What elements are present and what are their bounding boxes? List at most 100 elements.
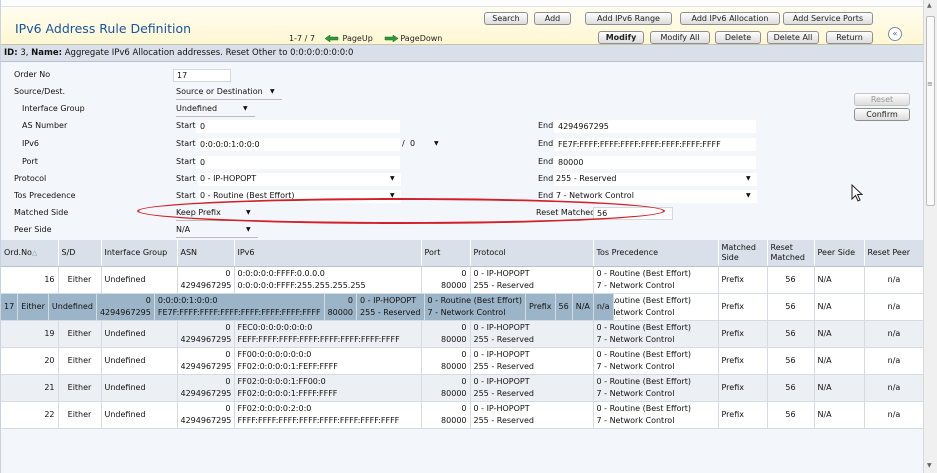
cell-ipv6-line: FE7F:FFFF:FFFF:FFFF:FFFF:FFFF:FFFF:FFFF xyxy=(157,307,321,317)
ipv6-start-label: Start xyxy=(176,139,196,148)
cell-asn-line: 0 xyxy=(225,323,231,332)
chevron-down-icon: ▼ xyxy=(434,140,439,147)
protocol-start-value: 0 - IP-HOPOPT xyxy=(200,174,257,183)
confirm-button[interactable]: Confirm xyxy=(854,108,910,121)
cell-asn: 0 4294967295 xyxy=(177,347,235,375)
source-dest-select[interactable]: Source or Destination ▼ xyxy=(176,86,282,100)
column-header-ord-no[interactable]: Ord.No△ xyxy=(1,240,59,267)
cell-protocol-line: 0 - IP-HOPOPT xyxy=(473,350,530,359)
interface-group-select[interactable]: Undefined ▼ xyxy=(176,103,255,117)
reset-button[interactable]: Reset xyxy=(854,93,910,106)
search-button[interactable]: Search xyxy=(484,12,528,25)
cell-port: 0 80000 xyxy=(421,320,471,348)
as-end-label: End xyxy=(538,121,554,130)
cell-ipv6-line: FF02:0:0:0:0:1:FF00:0 xyxy=(237,377,326,386)
cell-port-line: 0 xyxy=(347,295,354,305)
id-label: ID: xyxy=(4,48,18,58)
modify-button[interactable]: Modify xyxy=(598,31,644,44)
cell-port-line: 0 xyxy=(461,404,467,413)
page-down-label: PageDown xyxy=(400,34,443,43)
column-header-asn[interactable]: ASN xyxy=(177,240,235,267)
cell-asn-line: 4294967295 xyxy=(180,335,231,344)
cell-sd: Either xyxy=(58,374,102,402)
vertical-scrollbar[interactable]: ▲ ≡ ▼ xyxy=(923,0,937,473)
select-underline xyxy=(176,237,258,238)
cell-asn-line: 0 xyxy=(225,350,231,359)
port-end-label: End xyxy=(538,157,554,166)
port-end-input[interactable]: 80000 xyxy=(554,156,756,169)
order-no-input[interactable]: 17 xyxy=(173,69,231,82)
ipv6-end-label: End xyxy=(538,139,554,148)
protocol-end-select[interactable]: 255 - Reserved ▼ xyxy=(554,173,757,186)
modify-all-button[interactable]: Modify All xyxy=(650,31,710,44)
cell-protocol: 0 - IP-HOPOPT 255 - Reserved xyxy=(470,374,594,402)
cell-port: 0 80000 xyxy=(421,374,471,402)
scroll-up-icon[interactable]: ▲ xyxy=(927,2,932,9)
page-down-link[interactable]: PageDown xyxy=(383,34,442,43)
column-header-interface-group[interactable]: Interface Group xyxy=(101,240,178,267)
column-header-reset-matched[interactable]: Reset Matched xyxy=(767,240,815,267)
cell-reset-peer: n/a xyxy=(864,266,923,294)
cell-tos-precedence: 0 - Routine (Best Effort) 7 - Network Con… xyxy=(593,347,719,375)
cell-reset-matched: 56 xyxy=(767,347,815,375)
add-ipv6-allocation-button[interactable]: Add IPv6 Allocation xyxy=(680,12,780,25)
as-end-input[interactable]: 4294967295 xyxy=(554,120,756,133)
table-row[interactable]: 16 Either Undefined 0 4294967295 0:0:0:0:0:FF… xyxy=(1,266,923,294)
delete-all-button[interactable]: Delete All xyxy=(767,31,819,44)
pager-count: 1-7 / 7 xyxy=(289,34,315,43)
ipv6-prefix-select[interactable]: 0 ▼ xyxy=(410,138,445,151)
cell-tos-precedence-line: 0 - Routine (Best Effort) xyxy=(596,350,692,359)
cell-asn-line: 0 xyxy=(225,377,231,386)
column-header-ipv6[interactable]: IPv6 xyxy=(234,240,422,267)
select-underline xyxy=(176,99,282,100)
cell-protocol-line: 0 - IP-HOPOPT xyxy=(360,295,417,305)
as-start-input[interactable]: 0 xyxy=(196,120,400,133)
cell-port: 0 80000 xyxy=(421,266,471,294)
collapse-icon[interactable]: « xyxy=(888,27,902,41)
cell-ord-no: 19 xyxy=(1,320,59,348)
table-header-row: Ord.No△ S/D Interface Group ASN IPv6 Por… xyxy=(1,240,923,267)
scroll-grip-icon: ≡ xyxy=(927,80,933,88)
add-button[interactable]: Add xyxy=(534,12,571,25)
ipv6-slash: / xyxy=(402,139,405,148)
cell-tos-precedence-line: 0 - Routine (Best Effort) xyxy=(596,377,692,386)
table-row[interactable]: 22 Either Undefined 0 4294967295 FF02:0:0:0:0… xyxy=(1,401,923,429)
scrollbar-thumb[interactable] xyxy=(926,16,935,206)
protocol-start-select[interactable]: 0 - IP-HOPOPT ▼ xyxy=(198,173,401,186)
return-button[interactable]: Return xyxy=(826,31,873,44)
mouse-pointer-icon xyxy=(851,184,863,202)
cell-protocol-line: 0 - IP-HOPOPT xyxy=(473,377,530,386)
cell-reset-peer: n/a xyxy=(864,347,923,375)
scroll-down-icon[interactable]: ▼ xyxy=(927,462,932,469)
cell-protocol: 0 - IP-HOPOPT 255 - Reserved xyxy=(470,320,594,348)
add-ipv6-range-button[interactable]: Add IPv6 Range xyxy=(585,12,672,25)
delete-button[interactable]: Delete xyxy=(715,31,761,44)
cell-reset-matched: 56 xyxy=(767,320,815,348)
cell-protocol-line: 255 - Reserved xyxy=(473,280,534,290)
cell-interface-group: Undefined xyxy=(101,401,178,429)
cell-ipv6: 0:0:0:0:0:FFFF:0.0.0.0 0:0:0:0:0:FFFF:255… xyxy=(234,266,422,294)
table-row[interactable]: 21 Either Undefined 0 4294967295 FF02:0:0:0:0… xyxy=(1,374,923,402)
port-start-input[interactable]: 0 xyxy=(196,156,400,169)
cell-protocol-line: 0 - IP-HOPOPT xyxy=(473,404,530,413)
column-header-port[interactable]: Port xyxy=(421,240,471,267)
table-row[interactable]: 17 Either Undefined 0 4294967295 0:0:0:0:1:0:… xyxy=(1,293,614,321)
column-header-protocol[interactable]: Protocol xyxy=(470,240,594,267)
add-service-ports-button[interactable]: Add Service Ports xyxy=(783,12,873,25)
cell-ipv6-line: FF00:0:0:0:0:0:0:0 xyxy=(237,350,312,359)
cell-reset-matched: 56 xyxy=(767,293,815,321)
column-header-matched-side[interactable]: Matched Side xyxy=(718,240,768,267)
column-header-reset-peer[interactable]: Reset Peer xyxy=(864,240,923,267)
column-header-sd[interactable]: S/D xyxy=(58,240,102,267)
page-up-link[interactable]: PageUp xyxy=(325,34,373,43)
cell-asn-line: 4294967295 xyxy=(180,389,231,398)
cell-tos-precedence-line: 7 - Network Control xyxy=(427,307,506,317)
table-row[interactable]: 19 Either Undefined 0 4294967295 FEC0:0:0:0:0… xyxy=(1,320,923,348)
peer-side-select[interactable]: N/A ▼ xyxy=(176,224,258,238)
table-row[interactable]: 20 Either Undefined 0 4294967295 FF00:0:0:0:0… xyxy=(1,347,923,375)
ipv6-start-input[interactable]: 0:0:0:0:1:0:0:0 xyxy=(196,138,400,151)
column-header-peer-side[interactable]: Peer Side xyxy=(814,240,865,267)
column-header-tos-precedence[interactable]: Tos Precedence xyxy=(593,240,719,267)
cell-port-line: 80000 xyxy=(441,362,467,371)
ipv6-end-input[interactable]: FE7F:FFFF:FFFF:FFFF:FFFF:FFFF:FFFF:FFFF xyxy=(554,138,756,151)
